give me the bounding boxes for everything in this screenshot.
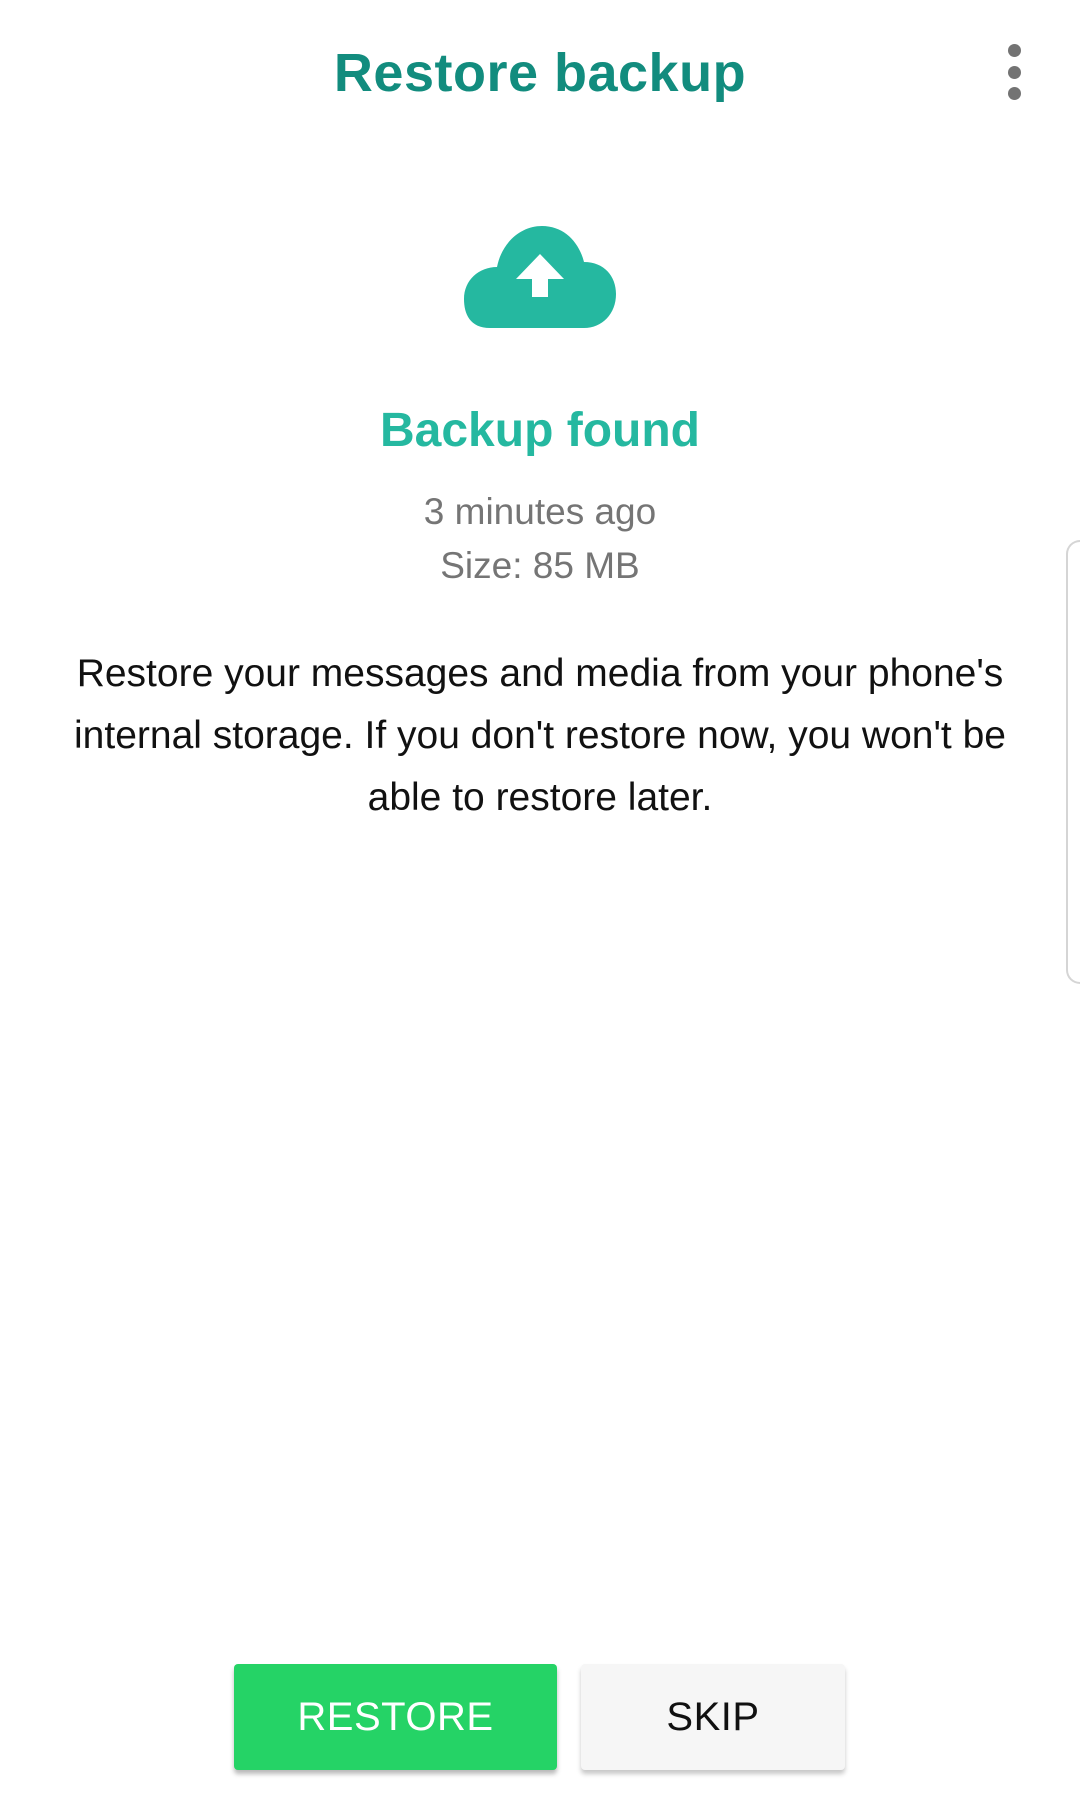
backup-time: 3 minutes ago — [423, 491, 657, 532]
menu-dot — [1007, 65, 1021, 79]
app-bar: Restore backup — [0, 0, 1080, 150]
backup-size: Size: 85 MB — [440, 545, 640, 586]
restore-button[interactable]: RESTORE — [234, 1664, 557, 1770]
more-vertical-icon[interactable] — [990, 44, 1038, 100]
edge-panel-handle[interactable] — [1066, 540, 1080, 984]
menu-dot — [1007, 44, 1021, 57]
skip-button[interactable]: SKIP — [581, 1664, 845, 1770]
restore-description: Restore your messages and media from you… — [74, 652, 1006, 819]
menu-dot — [1007, 87, 1021, 100]
backup-status: Backup found — [380, 404, 700, 457]
page-title: Restore backup — [333, 43, 747, 103]
cloud-upload-icon — [464, 226, 616, 328]
